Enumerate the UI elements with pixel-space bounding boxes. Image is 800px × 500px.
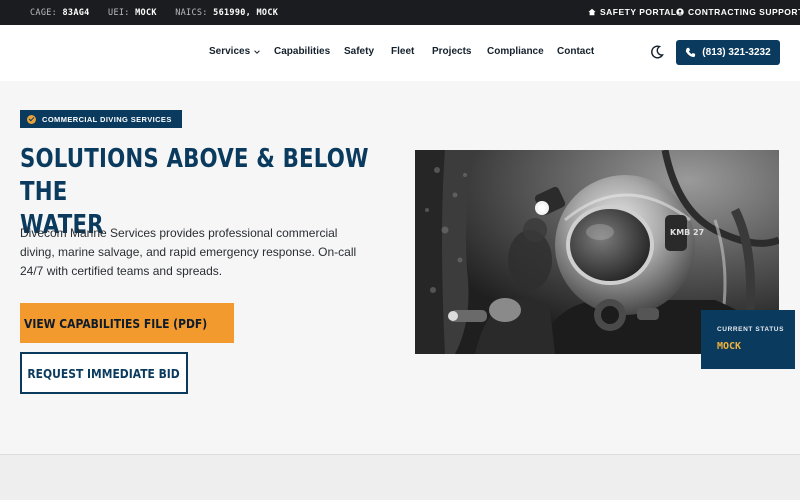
chevron-down-icon — [254, 49, 260, 54]
check-badge-icon — [27, 114, 36, 124]
nav-safety[interactable]: Safety — [344, 46, 374, 57]
hero-headline-line-1: SOLUTIONS ABOVE & BELOW THE — [20, 144, 369, 207]
nav-services-label: Services — [209, 46, 251, 57]
next-section — [0, 454, 800, 500]
naics-key: NAICS: — [175, 8, 208, 18]
naics-value: 561990, MOCK — [213, 8, 279, 18]
services-badge-label: COMMERCIAL DIVING SERVICES — [42, 114, 172, 124]
safety-portal-label: SAFETY PORTAL — [600, 7, 677, 17]
nav-capabilities[interactable]: Capabilities — [274, 46, 330, 57]
view-capabilities-label: VIEW CAPABILITIES FILE (PDF) — [24, 315, 208, 331]
cage-value: 83AG4 — [62, 8, 90, 18]
cage-key: CAGE: — [30, 8, 58, 18]
request-bid-label: REQUEST IMMEDIATE BID — [27, 365, 181, 381]
home-icon — [588, 8, 596, 16]
nav-fleet[interactable]: Fleet — [391, 46, 414, 57]
utility-bar: CAGE: 83AG4 UEI: MOCK NAICS: 561990, MOC… — [0, 0, 800, 25]
theme-toggle-button[interactable] — [649, 44, 665, 60]
services-badge: COMMERCIAL DIVING SERVICES — [20, 110, 182, 128]
view-capabilities-button[interactable]: VIEW CAPABILITIES FILE (PDF) — [20, 303, 234, 343]
status-label: CURRENT STATUS — [717, 326, 785, 333]
company-identifiers: CAGE: 83AG4 UEI: MOCK NAICS: 561990, MOC… — [30, 8, 291, 18]
helmet-tag: KMB 27 — [670, 228, 704, 237]
contracting-support-link[interactable]: CONTRACTING SUPPORT — [676, 7, 800, 17]
contracting-support-label: CONTRACTING SUPPORT — [688, 7, 800, 17]
safety-portal-link[interactable]: SAFETY PORTAL — [588, 7, 677, 17]
uei-key: UEI: — [108, 8, 130, 18]
main-navigation: Services Capabilities Safety Fleet Proje… — [0, 25, 800, 81]
phone-icon — [686, 47, 696, 58]
request-bid-button[interactable]: REQUEST IMMEDIATE BID — [20, 352, 188, 394]
nav-contact[interactable]: Contact — [557, 46, 594, 57]
nav-services[interactable]: Services — [209, 46, 261, 57]
hero-description: Divecom Marine Services provides profess… — [20, 226, 357, 278]
status-value: MOCK — [717, 341, 742, 352]
user-circle-icon — [676, 8, 684, 16]
nav-projects[interactable]: Projects — [432, 46, 471, 57]
uei-value: MOCK — [135, 8, 157, 18]
moon-icon — [651, 45, 664, 59]
nav-compliance[interactable]: Compliance — [487, 46, 544, 57]
phone-number: (813) 321-3232 — [702, 47, 771, 58]
phone-call-button[interactable]: (813) 321-3232 — [676, 40, 780, 65]
current-status-card: CURRENT STATUS MOCK — [701, 310, 795, 369]
